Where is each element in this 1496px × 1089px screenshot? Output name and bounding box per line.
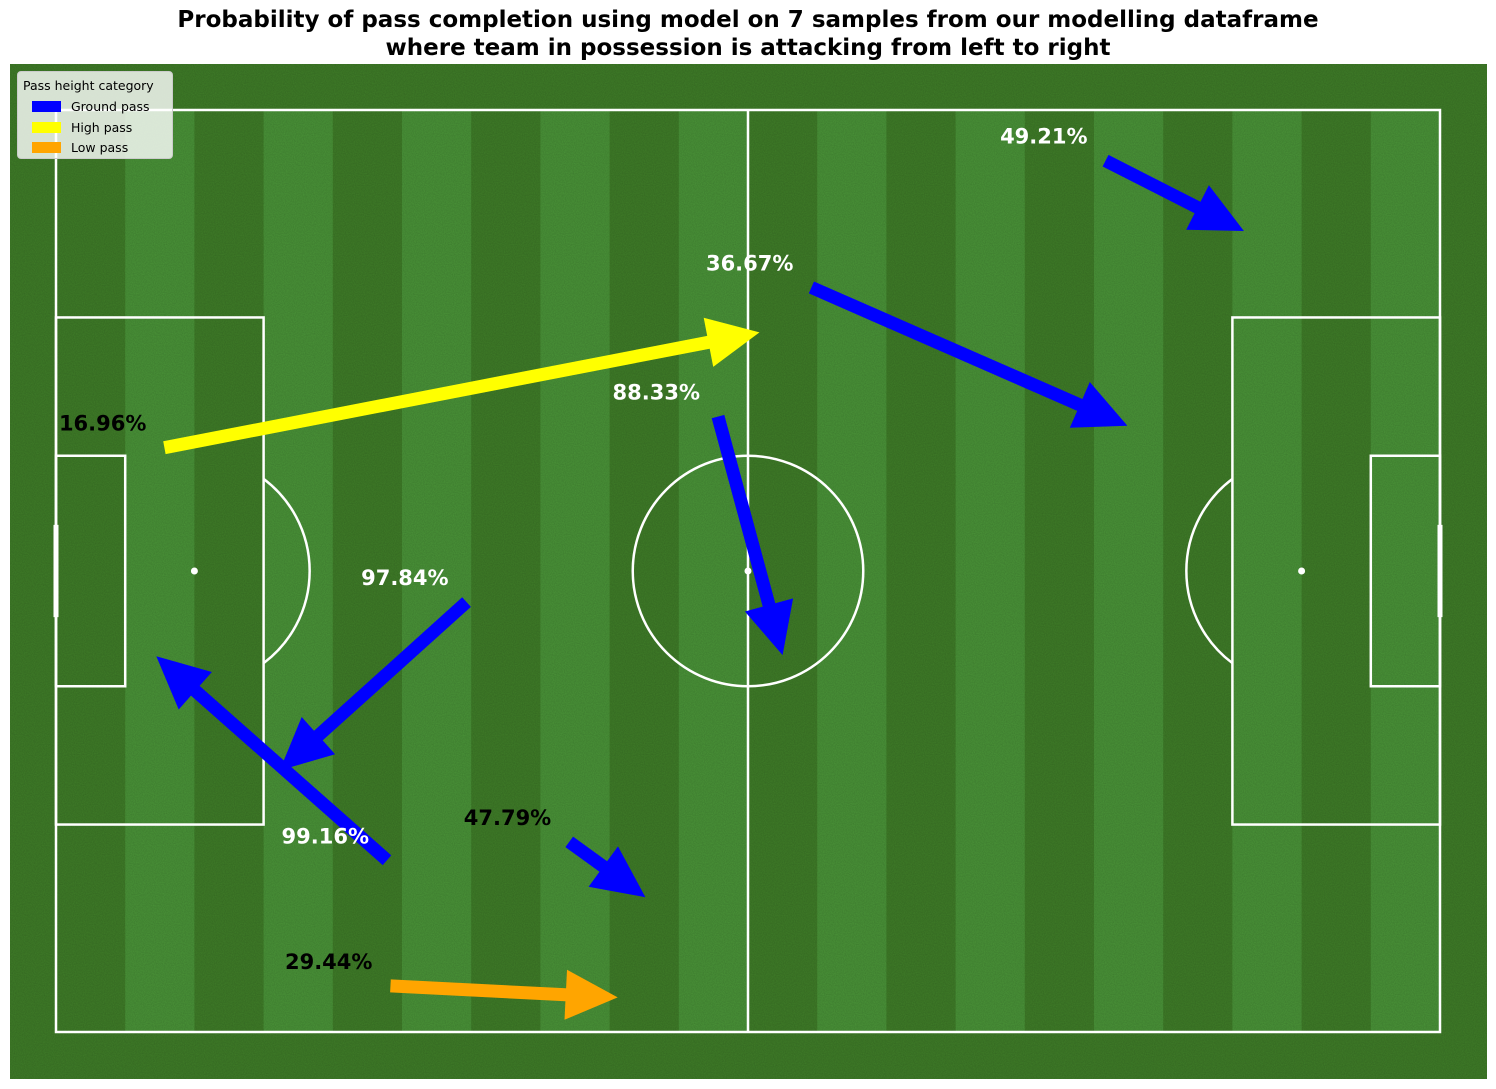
legend-label-ground-pass: Ground pass [71,99,150,114]
legend-swatch-ground-pass [32,101,61,112]
pass-probability-label-3: 49.21% [1000,125,1087,149]
legend-label-low-pass: Low pass [71,140,129,155]
centre-spot [744,567,752,575]
chart-title: Probability of pass completion using mod… [0,6,1496,62]
legend-label-high-pass: High pass [71,120,133,135]
pass-probability-label-2: 36.67% [706,251,793,275]
pitch-chart: 16.96% 36.67% 49.21% 88.33% 97.84% 99.16% 47.7… [10,64,1487,1079]
pass-probability-label-6: 99.16% [282,824,369,848]
legend-title: Pass height category [23,78,154,93]
pass-probability-label-1: 16.96% [59,412,146,436]
penalty-spot-right [1298,567,1306,575]
pass-probability-label-7: 47.79% [464,806,551,830]
chart-title-line-1: Probability of pass completion using mod… [177,7,1319,33]
pass-probability-label-8: 29.44% [285,950,372,974]
chart-title-line-2: where team in possession is attacking fr… [385,35,1111,61]
legend-swatch-low-pass [32,142,61,153]
penalty-spot-left [190,567,198,575]
pass-probability-label-4: 88.33% [613,381,700,405]
legend-item-high-pass: High pass [32,119,132,135]
legend-item-low-pass: Low pass [32,139,128,155]
legend-swatch-high-pass [32,122,61,133]
legend: Pass height category Ground pass High pa… [17,71,173,159]
pass-probability-label-5: 97.84% [361,566,448,590]
legend-item-ground-pass: Ground pass [32,98,150,114]
